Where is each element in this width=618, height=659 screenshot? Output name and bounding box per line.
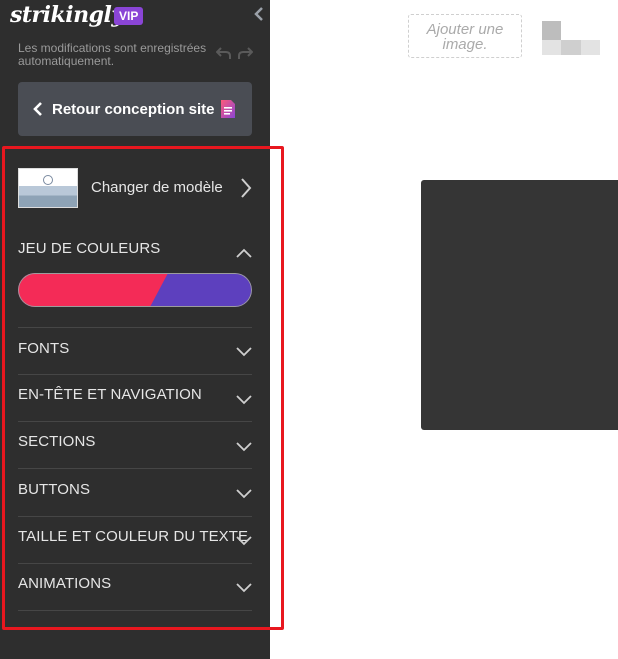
add-image-placeholder[interactable]: Ajouter une image. xyxy=(408,14,522,58)
divider xyxy=(18,610,252,611)
back-button-label: Retour conception site xyxy=(52,100,215,118)
chevron-down-icon[interactable] xyxy=(236,583,252,593)
section-sections[interactable]: SECTIONS xyxy=(18,433,95,450)
chevron-down-icon[interactable] xyxy=(236,395,252,405)
autosave-status: Les modifications sont enregistrées auto… xyxy=(18,41,207,68)
dark-content-block[interactable] xyxy=(421,180,618,430)
sidebar: strikingly VIP Les modifications sont en… xyxy=(0,0,270,659)
color-scheme-selector[interactable] xyxy=(18,273,252,307)
chevron-left-icon xyxy=(33,102,42,116)
divider xyxy=(18,516,252,517)
chevron-down-icon[interactable] xyxy=(236,489,252,499)
template-thumbnail xyxy=(18,168,78,208)
change-template-label: Changer de modèle xyxy=(91,179,223,196)
section-buttons[interactable]: BUTTONS xyxy=(18,481,90,498)
redo-icon[interactable] xyxy=(237,46,253,60)
back-to-site-design-button[interactable]: Retour conception site xyxy=(18,82,252,136)
section-fonts[interactable]: FONTS xyxy=(18,340,69,357)
color-scheme-title[interactable]: JEU DE COULEURS xyxy=(18,240,160,257)
divider xyxy=(18,327,252,328)
chevron-down-icon[interactable] xyxy=(236,347,252,357)
vip-badge: VIP xyxy=(114,7,144,25)
divider xyxy=(18,374,252,375)
brand-logo: strikingly xyxy=(10,2,124,28)
chevron-down-icon[interactable] xyxy=(236,536,252,546)
change-template-row[interactable]: Changer de modèle xyxy=(18,166,252,210)
divider xyxy=(18,563,252,564)
divider xyxy=(18,468,252,469)
image-placeholder-icon xyxy=(542,21,600,55)
chevron-right-icon xyxy=(241,178,252,198)
section-text-size-color[interactable]: TAILLE ET COULEUR DU TEXTE xyxy=(18,528,248,545)
section-header-navigation[interactable]: EN-TÊTE ET NAVIGATION xyxy=(18,386,202,403)
page-icon xyxy=(221,100,235,118)
chevron-up-icon[interactable] xyxy=(236,248,252,258)
divider xyxy=(18,421,252,422)
collapse-sidebar-icon[interactable] xyxy=(252,6,266,22)
chevron-down-icon[interactable] xyxy=(236,442,252,452)
undo-icon[interactable] xyxy=(216,46,232,60)
section-animations[interactable]: ANIMATIONS xyxy=(18,575,111,592)
